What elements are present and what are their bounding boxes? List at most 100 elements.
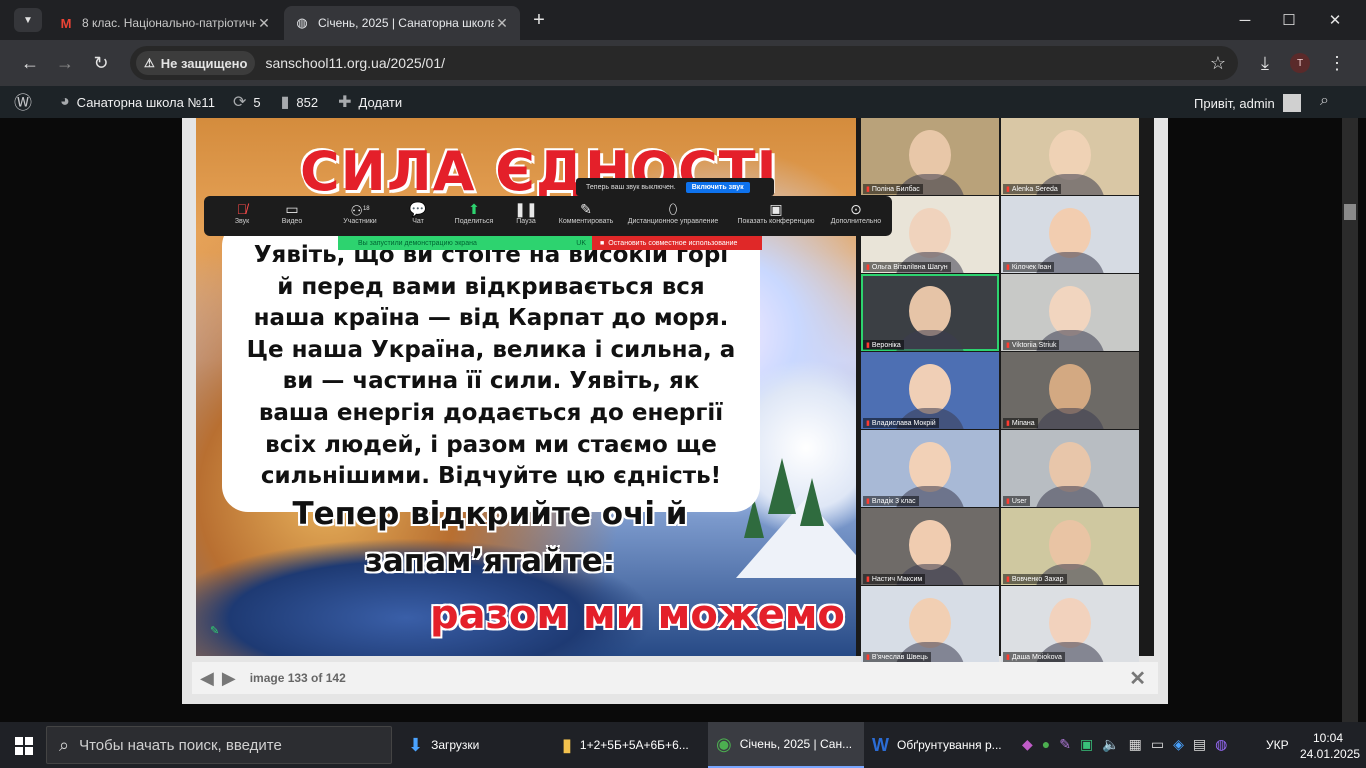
search-icon[interactable]: ⌕ [1320, 92, 1329, 110]
wp-add-new-link[interactable]: ✚ Додати [338, 92, 402, 112]
security-chip[interactable]: ⚠ Не защищено [136, 51, 256, 75]
wp-site-link[interactable]: ◕ Санаторна школа №11 [60, 93, 215, 111]
close-tab-icon[interactable]: ✕ [256, 15, 272, 32]
tray-app-icon[interactable]: ● [1042, 736, 1050, 753]
participant-tile[interactable]: ▮ User [1001, 430, 1139, 507]
participant-video [1049, 520, 1091, 570]
tray-app-icon[interactable]: ▦ [1129, 736, 1142, 753]
participant-name-text: Вовченко Захар [1011, 576, 1064, 583]
taskbar-item-chrome[interactable]: ◉ Січень, 2025 | Сан... [708, 722, 864, 768]
tab-school[interactable]: ◍ Січень, 2025 | Санаторна школа ✕ [284, 6, 520, 40]
download-icon[interactable]: ⤓ [1252, 50, 1278, 76]
mic-muted-icon: ▮ [866, 264, 870, 271]
reload-button[interactable]: ↻ [88, 50, 114, 76]
annotate-button[interactable]: ✎ Комментировать [548, 200, 624, 225]
participant-name-text: Поліна Билбас [871, 186, 920, 193]
taskbar-search-box[interactable]: ⌕ Чтобы начать поиск, введите [46, 726, 392, 764]
taskbar-item-downloads[interactable]: ⬇ Загрузки [400, 722, 546, 768]
participant-tile[interactable]: ▮ Даша Moiokova [1001, 586, 1139, 663]
body-line: всіх людей, і разом ми стаємо ще [265, 431, 717, 458]
wp-comments-link[interactable]: ▮ 852 [281, 92, 319, 112]
body-line: наша країна — від Карпат до моря. [253, 305, 729, 332]
participant-name: ▮ Вовченко Захар [1003, 574, 1067, 584]
participant-tile[interactable]: ▮ Міпана [1001, 352, 1139, 429]
scrollbar-thumb[interactable] [1344, 204, 1356, 220]
tab-gmail[interactable]: M 8 клас. Національно-патріотичне ✕ [48, 6, 282, 40]
participant-tile[interactable]: ▮ Вероніка [861, 274, 999, 351]
taskbar-item-folder[interactable]: ▮ 1+2+5Б+5А+6Б+6... [554, 722, 704, 768]
gmail-icon: M [60, 15, 72, 31]
show-meeting-button[interactable]: ▣ Показать конференцию [728, 200, 824, 225]
share-language[interactable]: UK [576, 240, 586, 247]
participant-name: ▮ Alenka Sereda [1003, 184, 1061, 194]
tab-search-button[interactable]: ▼ [14, 8, 42, 32]
bookmark-star-icon[interactable]: ☆ [1210, 53, 1226, 74]
participant-tile[interactable]: ▮ Viktoriia Striuk [1001, 274, 1139, 351]
close-tab-icon[interactable]: ✕ [494, 15, 510, 32]
battery-icon[interactable]: ▭ [1151, 736, 1164, 753]
mute-notice: Теперь ваш звук выключен. Включить звук [576, 178, 774, 196]
forward-button[interactable]: → [52, 50, 78, 76]
remote-control-button[interactable]: ⬯ Дистанционное управление [618, 200, 728, 225]
network-icon[interactable]: ▤ [1193, 736, 1206, 753]
more-button[interactable]: ⊙ Дополнительно [818, 200, 894, 225]
wordpress-logo-icon[interactable]: Ⓦ [14, 89, 32, 115]
share-status: Вы запустили демонстрацию экрана UK [338, 236, 592, 250]
participant-video [1049, 208, 1091, 258]
new-tab-button[interactable]: + [528, 9, 550, 31]
next-arrow-icon[interactable]: ▶ [222, 668, 236, 689]
wp-updates-link[interactable]: ⟳ 5 [233, 92, 261, 112]
participant-tile[interactable]: ▮ Настич Максим [861, 508, 999, 585]
tray-app-icon[interactable]: ▣ [1080, 736, 1093, 753]
tray-app-icon[interactable]: ◍ [1215, 736, 1227, 753]
more-icon: ⊙ [850, 201, 862, 217]
tray-app-icon[interactable]: ◆ [1022, 736, 1033, 753]
windows-taskbar: ⌕ Чтобы начать поиск, введите ⬇ Загрузки… [0, 722, 1366, 768]
mic-muted-icon: ▮ [866, 498, 870, 505]
participant-name-text: Владислава Мокрій [871, 420, 936, 427]
folder-icon: ▮ [562, 734, 572, 755]
participant-tile[interactable]: ▮ В'ячеслав Швець [861, 586, 999, 663]
participant-tile[interactable]: ▮ Alenka Sereda [1001, 118, 1139, 195]
participant-tile[interactable]: ▮ Поліна Билбас [861, 118, 999, 195]
volume-icon[interactable]: 🔈 [1102, 736, 1119, 753]
participant-video [909, 130, 951, 180]
tray-app-icon[interactable]: ✎ [1059, 736, 1071, 753]
participant-tile[interactable]: ▮ Вовченко Захар [1001, 508, 1139, 585]
download-folder-icon: ⬇ [408, 734, 424, 755]
wp-account-menu[interactable]: Привіт, admin [1194, 94, 1301, 112]
video-icon: ▭ [285, 201, 299, 217]
back-button[interactable]: ← [17, 50, 43, 76]
mic-muted-icon: ▮ [1006, 264, 1010, 271]
participant-tile[interactable]: ▮ Владік 3 клас [861, 430, 999, 507]
menu-kebab-icon[interactable]: ⋮ [1324, 50, 1350, 76]
profile-avatar[interactable]: T [1290, 53, 1310, 73]
video-button[interactable]: ▭ Видео [254, 200, 330, 225]
participant-tile[interactable]: ▮ Владислава Мокрій [861, 352, 999, 429]
body-line: Це наша Україна, велика і сильна, а [246, 336, 736, 363]
pencil-icon[interactable]: ✎ [210, 624, 219, 637]
tray-app-icon[interactable]: ◈ [1173, 736, 1184, 753]
mic-muted-icon: ▮ [1006, 186, 1010, 193]
prev-arrow-icon[interactable]: ◀ [200, 668, 214, 689]
participant-body [1035, 486, 1105, 507]
body-line: ваша енергія додається до енергії [258, 399, 724, 426]
taskbar-item-word[interactable]: W Обґрунтування р... [864, 722, 1014, 768]
close-lightbox-icon[interactable]: ✕ [1129, 666, 1146, 691]
stop-share-button[interactable]: ■ Остановить совместное использование [592, 236, 762, 250]
maximize-button[interactable]: ☐ [1266, 6, 1312, 34]
windows-start-icon[interactable] [15, 737, 33, 755]
participant-video [909, 286, 951, 336]
mouse-icon: ⬯ [668, 201, 678, 217]
unmute-button[interactable]: Включить звук [685, 181, 750, 193]
address-bar[interactable]: ⚠ Не защищено sanschool11.org.ua/2025/01… [130, 46, 1238, 80]
clock[interactable]: 10:04 24.01.2025 [1300, 730, 1360, 762]
minimize-button[interactable]: ─ [1222, 6, 1268, 34]
mic-muted-icon: ▮ [1006, 654, 1010, 661]
globe-icon: ◍ [296, 15, 308, 30]
close-window-button[interactable]: ✕ [1312, 6, 1358, 34]
input-language[interactable]: УКР [1266, 738, 1289, 752]
warning-icon: ⚠ [144, 56, 155, 70]
participant-tile[interactable]: ▮ Кілочек Іван [1001, 196, 1139, 273]
participant-name: ▮ Ольга Віталіївна Шагун [863, 262, 951, 272]
